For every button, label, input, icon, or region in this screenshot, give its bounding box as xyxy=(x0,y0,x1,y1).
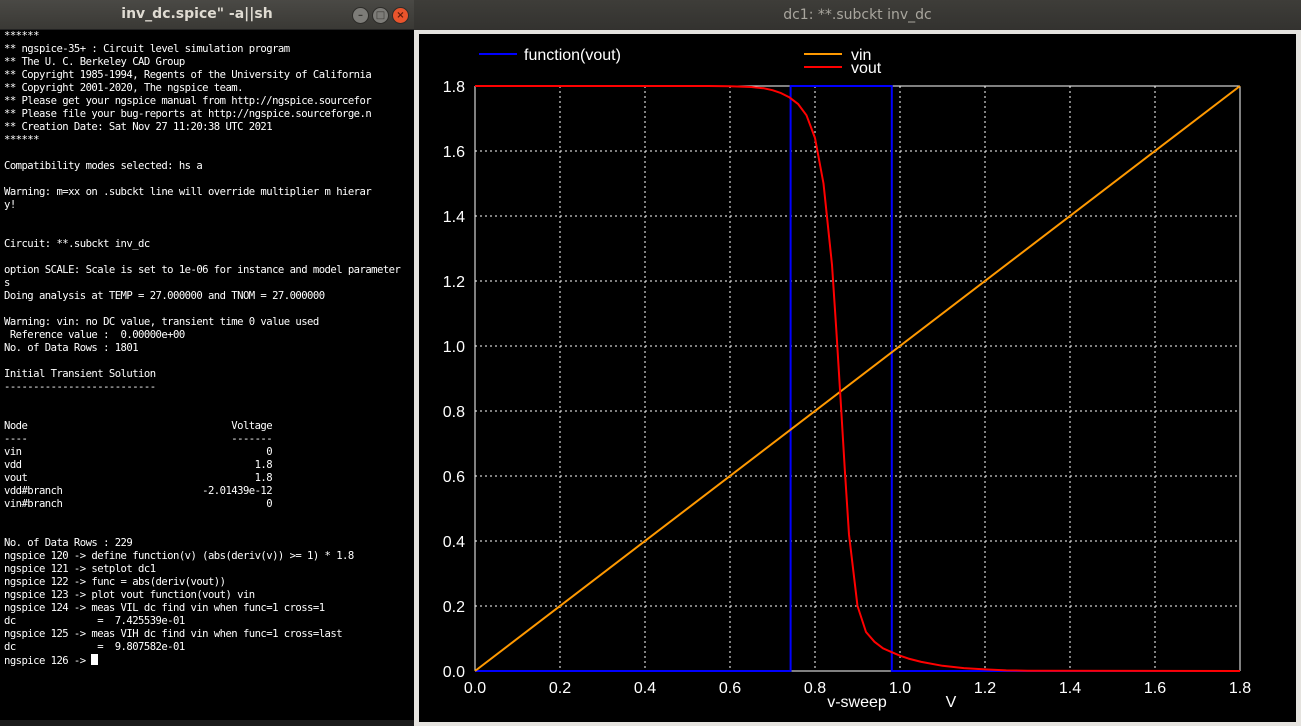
terminal-line: ** Please file your bug-reports at http:… xyxy=(4,108,372,120)
close-button[interactable]: × xyxy=(392,7,409,24)
terminal-window[interactable]: inv_dc.spice" -a||sh – □ × ****** ** ngsp… xyxy=(0,0,414,726)
x-tick-label: 0.4 xyxy=(634,680,656,697)
maximize-button[interactable]: □ xyxy=(372,7,389,24)
y-tick-label: 0.4 xyxy=(443,534,465,551)
terminal-prompt: ngspice 126 -> xyxy=(4,655,92,667)
terminal-line: ** Copyright 1985-1994, Regents of the U… xyxy=(4,69,372,81)
terminal-line: -------------------------- xyxy=(4,381,156,393)
terminal-line: dc = 9.807582e-01 xyxy=(4,641,185,653)
terminal-line: ngspice 121 -> setplot dc1 xyxy=(4,563,156,575)
terminal-line: No. of Data Rows : 229 xyxy=(4,537,133,549)
terminal-line: ngspice 124 -> meas VIL dc find vin when… xyxy=(4,602,325,614)
terminal-bottom-edge xyxy=(0,720,414,726)
terminal-line: s xyxy=(4,277,10,289)
y-tick-label: 0.8 xyxy=(443,404,465,421)
plot-title: dc1: **.subckt inv_dc xyxy=(783,7,932,23)
terminal-line: vdd 1.8 xyxy=(4,459,273,471)
y-tick-label: 1.2 xyxy=(443,274,465,291)
terminal-line: ****** xyxy=(4,134,40,146)
terminal-output[interactable]: ****** ** ngspice-35+ : Circuit level sim… xyxy=(4,30,414,720)
x-axis-unit: V xyxy=(946,694,957,711)
terminal-line: option SCALE: Scale is set to 1e-06 for … xyxy=(4,264,401,276)
x-tick-label: 0.0 xyxy=(464,680,486,697)
plot-svg: function(vout) vinvout 0.0 0.2 0.4 0.6 0.8 1.0… xyxy=(443,47,1251,711)
y-tick-label: 0.2 xyxy=(443,599,465,616)
terminal-line: No. of Data Rows : 1801 xyxy=(4,342,139,354)
terminal-line: ngspice 120 -> define function(v) (abs(d… xyxy=(4,550,354,562)
terminal-line: vdd#branch -2.01439e-12 xyxy=(4,485,273,497)
terminal-line: vin 0 xyxy=(4,446,273,458)
terminal-line: Warning: vin: no DC value, transient tim… xyxy=(4,316,319,328)
terminal-line: ** Copyright 2001-2020, The ngspice team… xyxy=(4,82,244,94)
terminal-line: Initial Transient Solution xyxy=(4,368,156,380)
terminal-line: ** Please get your ngspice manual from h… xyxy=(4,95,372,107)
terminal-line: ngspice 123 -> plot vout function(vout) … xyxy=(4,589,255,601)
terminal-line: ** Creation Date: Sat Nov 27 11:20:38 UT… xyxy=(4,121,273,133)
series-line-vin xyxy=(474,85,1241,672)
y-tick-label: 1.8 xyxy=(443,79,465,96)
x-axis-label: v-sweep xyxy=(827,694,887,711)
terminal-line: Node Voltage xyxy=(4,420,273,432)
plot-window[interactable]: dc1: **.subckt inv_dc function(vout) vin v… xyxy=(414,0,1301,726)
y-tick-label: 0.0 xyxy=(443,664,465,681)
terminal-line: ---- ------- xyxy=(4,433,273,445)
x-tick-label: 1.8 xyxy=(1229,680,1251,697)
legend-label-function-vout: function(vout) xyxy=(524,47,621,64)
terminal-line: y! xyxy=(4,199,16,211)
x-tick-label: 1.0 xyxy=(889,680,911,697)
terminal-line: dc = 7.425539e-01 xyxy=(4,615,185,627)
y-tick-label: 1.6 xyxy=(443,144,465,161)
legend-label-vout: vout xyxy=(851,60,882,77)
terminal-line: Warning: m=xx on .subckt line will overr… xyxy=(4,186,372,198)
y-tick-label: 0.6 xyxy=(443,469,465,486)
terminal-line: Doing analysis at TEMP = 27.000000 and T… xyxy=(4,290,325,302)
terminal-line: ** The U. C. Berkeley CAD Group xyxy=(4,56,185,68)
terminal-line: vin#branch 0 xyxy=(4,498,273,510)
terminal-line: Reference value : 0.00000e+00 xyxy=(4,329,185,341)
x-tick-label: 1.6 xyxy=(1144,680,1166,697)
terminal-line: ** ngspice-35+ : Circuit level simulatio… xyxy=(4,43,290,55)
x-tick-label: 0.8 xyxy=(804,680,826,697)
x-tick-label: 0.6 xyxy=(719,680,741,697)
terminal-line: ngspice 122 -> func = abs(deriv(vout)) xyxy=(4,576,226,588)
minimize-button[interactable]: – xyxy=(352,7,369,24)
terminal-prompt-line[interactable]: ngspice 126 -> xyxy=(4,654,414,667)
x-tick-label: 0.2 xyxy=(549,680,571,697)
plot-canvas[interactable]: function(vout) vin vout 0.0 0.2 0.4 0.6 0.8 1.0… xyxy=(419,34,1296,722)
terminal-lines: ****** ** ngspice-35+ : Circuit level sim… xyxy=(4,30,414,654)
y-tick-label: 1.0 xyxy=(443,339,465,356)
terminal-cursor xyxy=(91,654,99,665)
x-tick-label: 1.2 xyxy=(974,680,996,697)
terminal-line: Compatibility modes selected: hs a xyxy=(4,160,203,172)
y-tick-label: 1.4 xyxy=(443,209,465,226)
terminal-line: vout 1.8 xyxy=(4,472,273,484)
terminal-line: ngspice 125 -> meas VIH dc find vin when… xyxy=(4,628,343,640)
x-tick-label: 1.4 xyxy=(1059,680,1081,697)
terminal-line: Circuit: **.subckt inv_dc xyxy=(4,238,150,250)
plot-titlebar[interactable]: dc1: **.subckt inv_dc xyxy=(414,0,1301,30)
terminal-titlebar[interactable]: inv_dc.spice" -a||sh – □ × xyxy=(0,0,414,30)
terminal-line: ****** xyxy=(4,30,40,42)
terminal-title: inv_dc.spice" -a||sh xyxy=(121,6,273,22)
